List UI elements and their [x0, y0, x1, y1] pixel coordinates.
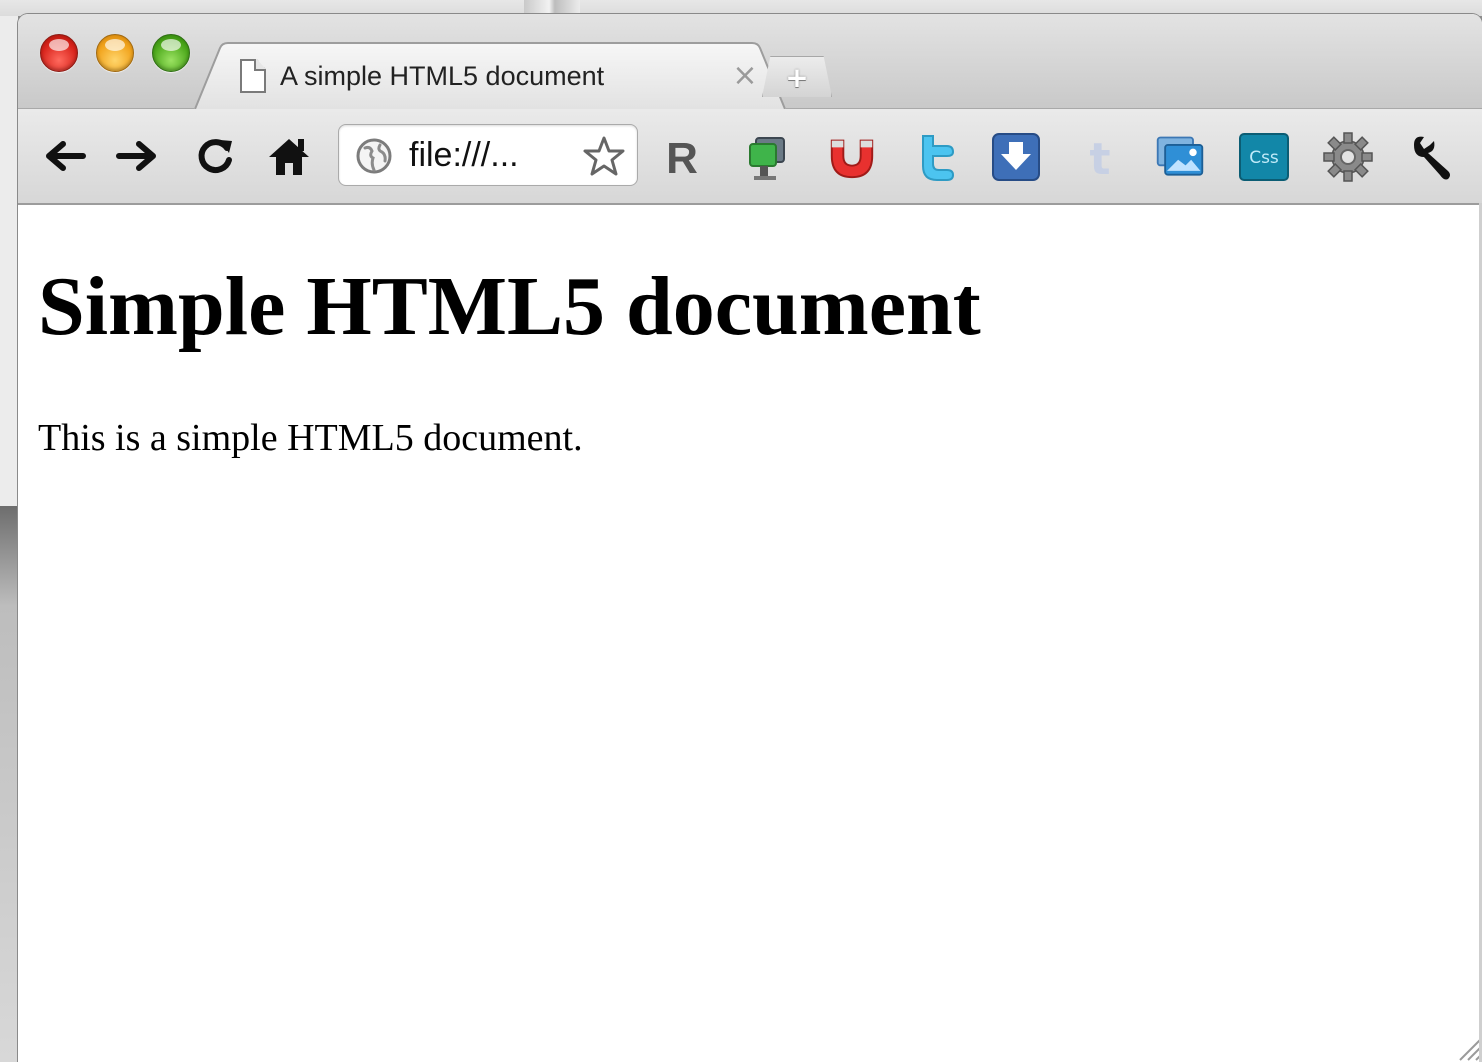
- magnet-icon: [830, 139, 874, 179]
- monitor-extension-button[interactable]: [740, 131, 792, 183]
- svg-text:t: t: [1089, 134, 1110, 182]
- home-icon: [269, 139, 309, 175]
- reload-button[interactable]: [190, 131, 240, 181]
- back-button[interactable]: [40, 131, 90, 181]
- page-paragraph: This is a simple HTML5 document.: [38, 417, 583, 459]
- download-icon: [992, 133, 1040, 181]
- tab-title: A simple HTML5 document: [280, 60, 605, 91]
- r-icon: R: [666, 135, 698, 179]
- bookmark-star-icon[interactable]: [583, 135, 625, 177]
- minimize-window-button[interactable]: [96, 34, 134, 72]
- address-bar[interactable]: file:///...: [338, 124, 638, 186]
- tumblr-icon: t: [1089, 134, 1110, 182]
- new-tab-button[interactable]: +: [762, 56, 832, 97]
- background-window-left: [0, 16, 18, 506]
- page-heading: Simple HTML5 document: [38, 260, 981, 353]
- image-icon: [1156, 136, 1204, 176]
- twitter-extension-button[interactable]: [910, 131, 962, 183]
- wrench-icon: [1414, 136, 1450, 180]
- title-bar: A simple HTML5 document × +: [18, 14, 1482, 109]
- twitter-icon: [922, 135, 955, 181]
- tab-close-icon[interactable]: ×: [730, 61, 760, 91]
- gear-button[interactable]: [1322, 131, 1374, 183]
- toolbar: file:///... R t Css: [18, 109, 1482, 205]
- settings-wrench-button[interactable]: [1406, 131, 1458, 183]
- gear-icon: [1323, 132, 1373, 182]
- forward-arrow-icon: [116, 141, 156, 171]
- desktop-shadow: [0, 506, 18, 1062]
- home-button[interactable]: [264, 131, 314, 181]
- reload-icon: [198, 139, 232, 174]
- plus-icon: +: [785, 60, 809, 94]
- browser-window: A simple HTML5 document × + file:///... …: [18, 14, 1482, 1062]
- tab-content: A simple HTML5 document ×: [240, 56, 760, 96]
- css-icon: Css: [1239, 133, 1289, 181]
- download-extension-button[interactable]: [990, 131, 1042, 183]
- r-extension-button[interactable]: R: [656, 131, 708, 183]
- magnet-extension-button[interactable]: [826, 131, 878, 183]
- css-extension-button[interactable]: Css: [1238, 131, 1290, 183]
- address-text: file:///...: [409, 136, 519, 174]
- back-arrow-icon: [46, 141, 86, 171]
- svg-text:R: R: [666, 135, 698, 179]
- close-window-button[interactable]: [40, 34, 78, 72]
- page-icon: [240, 59, 266, 93]
- zoom-window-button[interactable]: [152, 34, 190, 72]
- tumblr-extension-button[interactable]: t: [1074, 131, 1126, 183]
- monitor-icon: [749, 137, 785, 180]
- resize-grip-icon[interactable]: [1450, 1030, 1482, 1062]
- forward-button[interactable]: [112, 131, 162, 181]
- page-content: Simple HTML5 document This is a simple H…: [18, 205, 1482, 1062]
- globe-icon: [356, 138, 392, 174]
- image-extension-button[interactable]: [1154, 131, 1206, 183]
- svg-text:Css: Css: [1249, 148, 1279, 168]
